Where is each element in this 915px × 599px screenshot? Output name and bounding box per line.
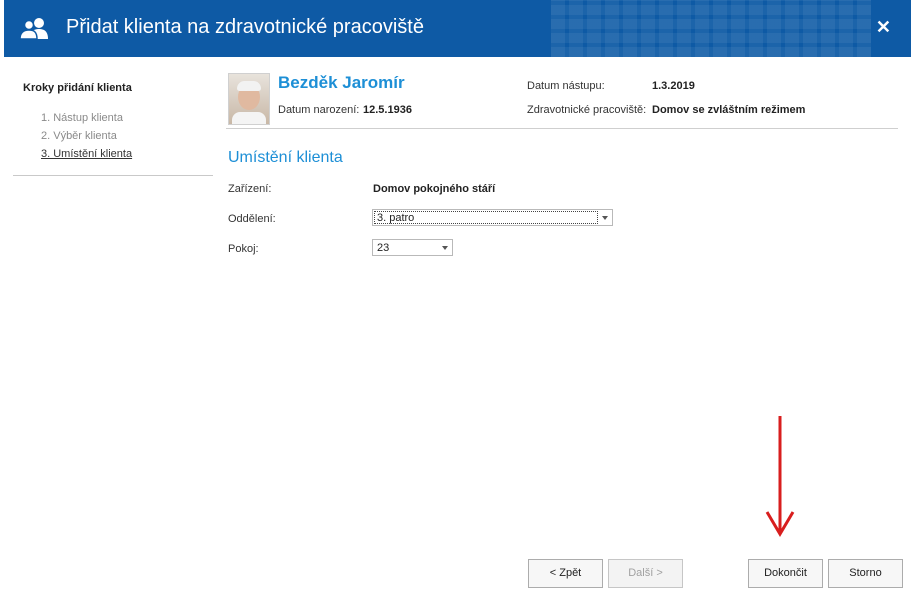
title-bar: Přidat klienta na zdravotnické pracovišt… [4, 0, 911, 57]
workplace-label: Zdravotnické pracoviště: [527, 104, 647, 116]
workplace-value: Domov se zvláštním režimem [652, 104, 806, 116]
room-selected-value: 23 [377, 242, 390, 254]
birth-date-value: 12.5.1936 [363, 104, 412, 116]
admission-date-value: 1.3.2019 [652, 80, 695, 92]
steps-title: Kroky přidání klienta [23, 82, 132, 94]
step-admission[interactable]: 1. Nástup klienta [41, 112, 123, 124]
title-bar-pattern [551, 0, 871, 57]
next-button[interactable]: Další > [608, 559, 683, 588]
back-button[interactable]: < Zpět [528, 559, 603, 588]
step-placement[interactable]: 3. Umístění klienta [41, 148, 132, 160]
chevron-down-icon[interactable] [602, 216, 608, 220]
step-select-client[interactable]: 2. Výběr klienta [41, 130, 117, 142]
users-icon [20, 18, 48, 39]
department-selected-value: 3. patro [377, 212, 415, 224]
room-select[interactable]: 23 [372, 239, 453, 256]
department-select[interactable]: 3. patro [372, 209, 613, 226]
section-title: Umístění klienta [228, 149, 343, 166]
window-title: Přidat klienta na zdravotnické pracovišt… [66, 16, 424, 38]
department-label: Oddělení: [228, 213, 276, 225]
facility-label: Zařízení: [228, 183, 272, 195]
client-name: Bezděk Jaromír [278, 73, 405, 92]
close-icon[interactable]: ✕ [876, 17, 891, 38]
room-label: Pokoj: [228, 243, 259, 255]
steps-divider [13, 175, 213, 176]
finish-button[interactable]: Dokončit [748, 559, 823, 588]
header-divider [226, 128, 898, 129]
cancel-button[interactable]: Storno [828, 559, 903, 588]
admission-date-label: Datum nástupu: [527, 80, 605, 92]
birth-date-label: Datum narození: [278, 104, 360, 116]
client-photo [228, 73, 270, 125]
chevron-down-icon[interactable] [442, 246, 448, 250]
annotation-arrow-icon [765, 416, 795, 537]
facility-value: Domov pokojného stáří [373, 183, 496, 195]
